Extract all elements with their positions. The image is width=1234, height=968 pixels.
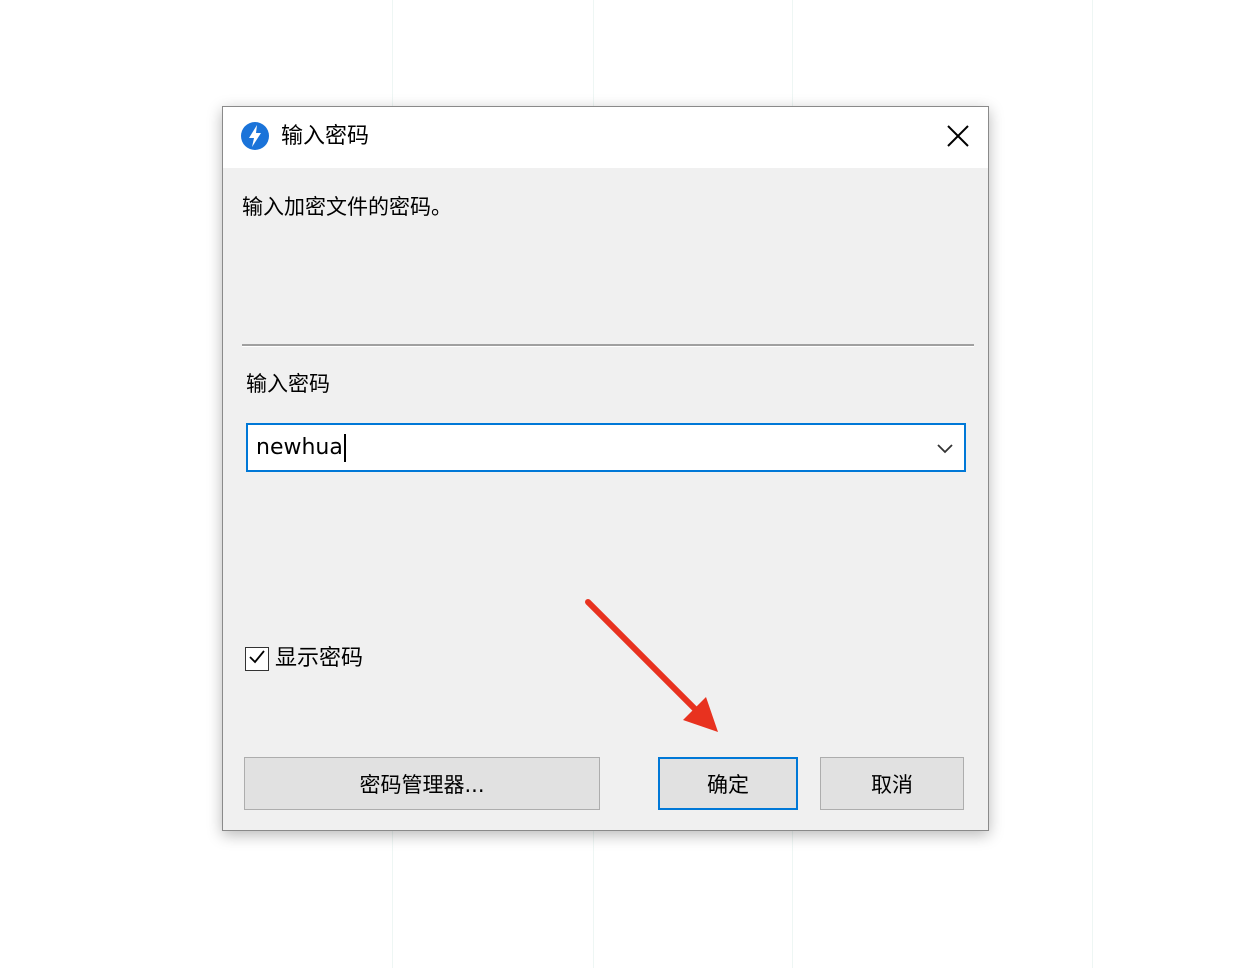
chevron-down-icon (936, 439, 954, 458)
password-manager-button[interactable]: 密码管理器... (244, 757, 600, 810)
show-password-option[interactable]: 显示密码 (245, 644, 363, 674)
cancel-button[interactable]: 取消 (820, 757, 964, 810)
close-icon (946, 124, 970, 152)
lightning-badge-icon (240, 121, 270, 151)
close-button[interactable] (928, 107, 988, 168)
dialog-title: 输入密码 (281, 124, 370, 149)
divider (242, 344, 974, 347)
text-caret (343, 434, 346, 462)
show-password-checkbox[interactable] (245, 647, 269, 671)
show-password-label[interactable]: 显示密码 (275, 645, 363, 673)
password-dialog: 输入密码 输入加密文件的密码。 输入密码 newhua 显示密码 密码管理器..… (222, 106, 989, 831)
password-input[interactable]: newhua (256, 433, 346, 463)
checkmark-icon (248, 648, 266, 670)
password-combobox[interactable]: newhua (246, 423, 966, 472)
dialog-titlebar: 输入密码 (223, 107, 988, 168)
background-guide-line (1092, 0, 1093, 968)
password-input-value: newhua (256, 435, 343, 460)
desktop-background: 输入密码 输入加密文件的密码。 输入密码 newhua 显示密码 密码管理器..… (0, 0, 1234, 968)
ok-button[interactable]: 确定 (658, 757, 798, 810)
dialog-description: 输入加密文件的密码。 (242, 195, 452, 219)
password-field-label: 输入密码 (246, 372, 330, 396)
dropdown-button[interactable] (932, 435, 958, 461)
